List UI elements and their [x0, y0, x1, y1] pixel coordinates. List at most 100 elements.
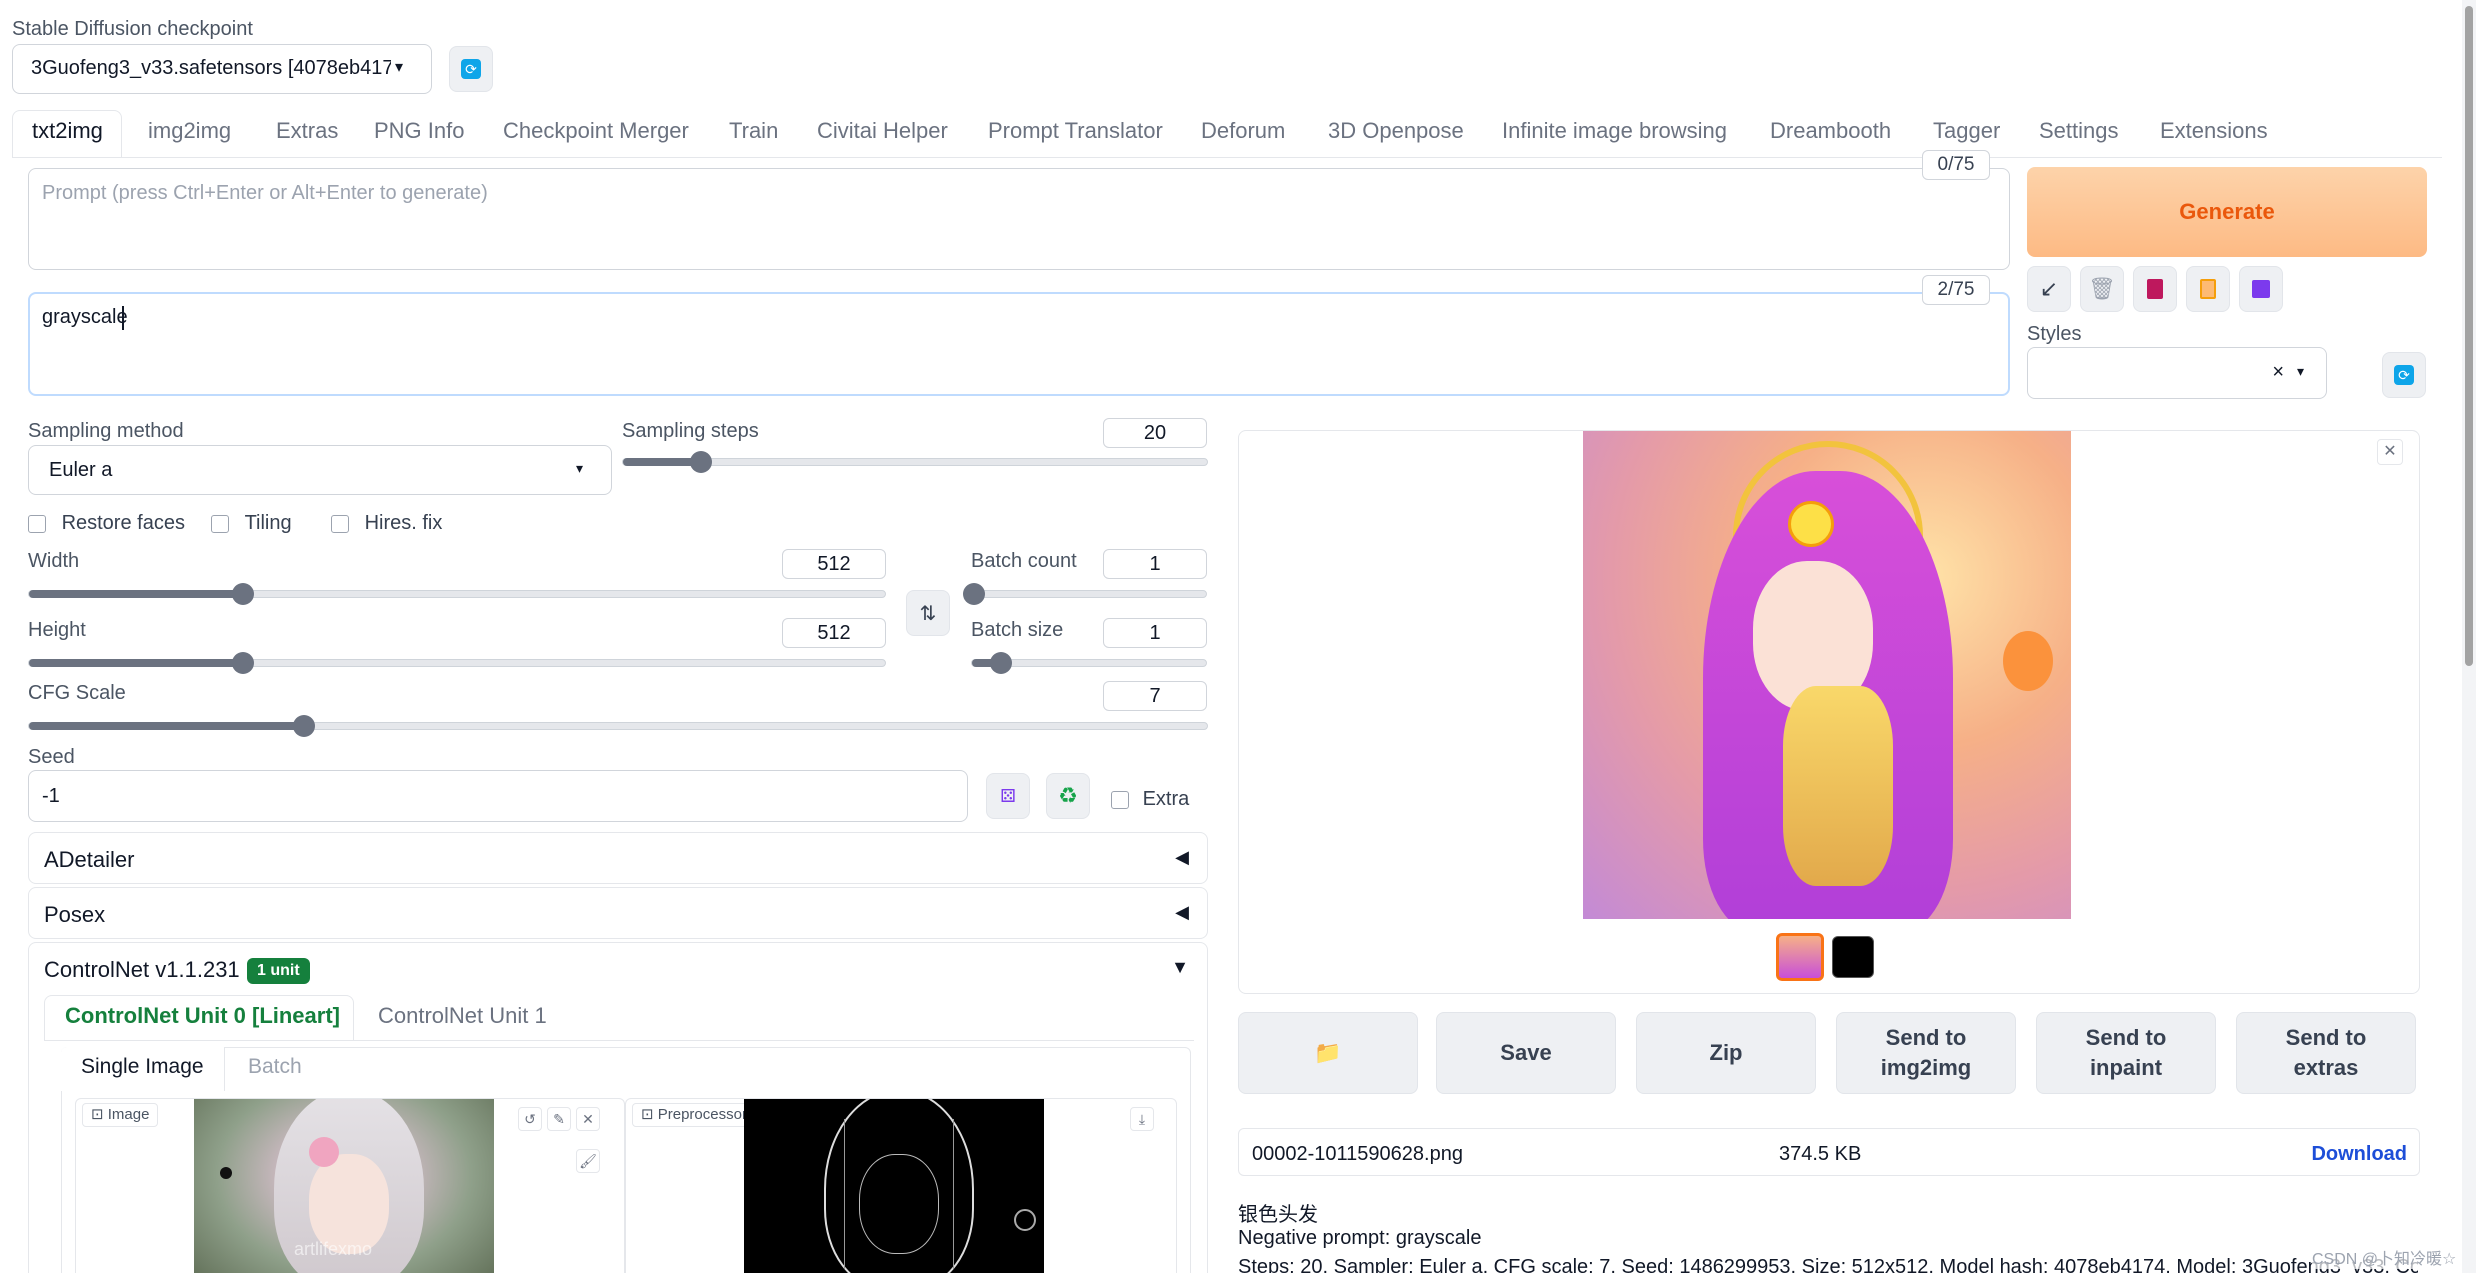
sampling-steps-input[interactable]: 20	[1103, 418, 1207, 448]
download-preview-button[interactable]: ⤓	[1130, 1107, 1154, 1131]
tab-png-info[interactable]: PNG Info	[374, 118, 464, 144]
tab-settings[interactable]: Settings	[2039, 118, 2119, 144]
save-button[interactable]: Save	[1436, 1012, 1616, 1094]
negative-prompt-input[interactable]: grayscale	[28, 292, 2010, 396]
restore-faces-checkbox[interactable]: Restore faces	[28, 512, 185, 535]
thumbnail-lineart[interactable]	[1832, 936, 1874, 978]
clear-image-button[interactable]: ✕	[576, 1107, 600, 1131]
expand-arrow-icon[interactable]: ▼	[1171, 957, 1189, 978]
clear-prompt-button[interactable]: 🗑	[2080, 266, 2124, 312]
clear-styles-icon[interactable]: ×	[2272, 361, 2284, 384]
tab-controlnet-unit-0[interactable]: ControlNet Unit 0 [Lineart]	[65, 1003, 340, 1029]
adetailer-accordion[interactable]: ADetailer ◀	[28, 832, 1208, 884]
tab-img2img[interactable]: img2img	[148, 118, 231, 144]
tab-single-image[interactable]: Single Image	[81, 1055, 204, 1079]
controlnet-title[interactable]: ControlNet v1.1.231	[44, 957, 240, 983]
tab-dreambooth[interactable]: Dreambooth	[1770, 118, 1891, 144]
undo-button[interactable]: ↺	[518, 1107, 542, 1131]
batch-count-slider[interactable]	[963, 583, 1207, 605]
tiling-checkbox[interactable]: Tiling	[211, 512, 292, 535]
book-icon	[2147, 279, 2163, 299]
reuse-seed-button[interactable]: ♻	[1046, 773, 1090, 819]
cfg-scale-slider[interactable]	[28, 715, 1208, 737]
read-params-button[interactable]: ↙	[2027, 266, 2071, 312]
posex-title: Posex	[44, 902, 106, 927]
batch-size-slider[interactable]	[971, 652, 1207, 674]
lantern-shape	[2003, 631, 2053, 691]
sampling-steps-slider[interactable]	[622, 451, 1208, 473]
tab-controlnet-unit-1[interactable]: ControlNet Unit 1	[378, 1003, 547, 1029]
tab-infinite-image-browsing[interactable]: Infinite image browsing	[1502, 118, 1727, 144]
zip-button[interactable]: Zip	[1636, 1012, 1816, 1094]
checkbox-box[interactable]	[331, 514, 349, 533]
posex-accordion[interactable]: Posex ◀	[28, 887, 1208, 939]
extra-seed-checkbox[interactable]: Extra	[1111, 788, 1189, 811]
slider-handle[interactable]	[689, 451, 712, 473]
apply-style-button[interactable]	[2186, 266, 2230, 312]
tab-checkpoint-merger[interactable]: Checkpoint Merger	[503, 118, 689, 144]
hires-fix-checkbox[interactable]: Hires. fix	[331, 512, 442, 535]
close-gallery-button[interactable]: ✕	[2377, 439, 2403, 465]
sampling-method-label: Sampling method	[28, 420, 184, 442]
tab-deforum[interactable]: Deforum	[1201, 118, 1285, 144]
brush-button[interactable]: 🖌	[576, 1149, 600, 1173]
checkpoint-value: 3Guofeng3_v33.safetensors [4078eb4174]	[31, 57, 391, 79]
tab-civitai-helper[interactable]: Civitai Helper	[817, 118, 948, 144]
tab-extensions[interactable]: Extensions	[2160, 118, 2268, 144]
send-to-extras-button[interactable]: Send to extras	[2236, 1012, 2416, 1094]
tab-extras[interactable]: Extras	[276, 118, 338, 144]
generated-image[interactable]	[1583, 431, 2071, 919]
tab-txt2img[interactable]: txt2img	[32, 118, 103, 144]
tab-train[interactable]: Train	[729, 118, 778, 144]
width-slider[interactable]	[28, 583, 886, 605]
image-icon: ⊡	[641, 1106, 654, 1123]
refresh-checkpoint-button[interactable]: ⟳	[449, 46, 493, 92]
extra-networks-button[interactable]	[2133, 266, 2177, 312]
erase-button[interactable]: ✎	[547, 1107, 571, 1131]
open-folder-button[interactable]: 📁	[1238, 1012, 1418, 1094]
batch-count-input[interactable]: 1	[1103, 549, 1207, 579]
brush-icon: 🖌	[579, 1153, 597, 1169]
slider-handle[interactable]	[990, 652, 1013, 674]
height-input[interactable]: 512	[782, 618, 886, 648]
height-slider[interactable]	[28, 652, 886, 674]
seed-input[interactable]: -1	[28, 770, 968, 822]
refresh-styles-button[interactable]: ⟳	[2382, 352, 2426, 398]
prompt-input[interactable]: Prompt (press Ctrl+Enter or Alt+Enter to…	[28, 168, 2010, 270]
checkbox-box[interactable]	[28, 514, 46, 533]
refresh-icon: ⟳	[461, 59, 481, 79]
info-parameters: Steps: 20, Sampler: Euler a, CFG scale: …	[1238, 1256, 2418, 1273]
tab-batch[interactable]: Batch	[248, 1055, 302, 1079]
checkpoint-select[interactable]: 3Guofeng3_v33.safetensors [4078eb4174] ▾	[12, 44, 432, 94]
random-seed-button[interactable]: ⚄	[986, 773, 1030, 819]
tab-3d-openpose[interactable]: 3D Openpose	[1328, 118, 1464, 144]
styles-select[interactable]: × ▾	[2027, 347, 2327, 399]
width-input[interactable]: 512	[782, 549, 886, 579]
thumbnail-generated[interactable]	[1776, 933, 1824, 981]
controlnet-image-upload[interactable]: ⊡ Image artlifexmo ↺ ✎ ✕ 🖌	[75, 1098, 625, 1273]
tab-tagger[interactable]: Tagger	[1933, 118, 2000, 144]
swap-dimensions-button[interactable]: ⇅	[906, 590, 950, 636]
scrollbar-thumb[interactable]	[2465, 6, 2473, 666]
slider-handle[interactable]	[232, 652, 254, 674]
checkbox-box[interactable]	[1111, 790, 1129, 809]
generate-button[interactable]: Generate	[2027, 167, 2427, 257]
sampling-method-select[interactable]: Euler a ▾	[28, 445, 612, 495]
image-label: ⊡ Image	[82, 1103, 159, 1127]
batch-size-input[interactable]: 1	[1103, 618, 1207, 648]
slider-handle[interactable]	[292, 715, 315, 737]
unit-tabs-divider	[44, 1040, 1194, 1041]
slider-handle[interactable]	[232, 583, 254, 605]
cfg-scale-input[interactable]: 7	[1103, 681, 1207, 711]
download-link[interactable]: Download	[2311, 1143, 2407, 1166]
send-to-img2img-button[interactable]: Send to img2img	[1836, 1012, 2016, 1094]
info-negative-prompt: Negative prompt: grayscale	[1238, 1227, 1482, 1249]
tab-prompt-translator[interactable]: Prompt Translator	[988, 118, 1163, 144]
page-scrollbar[interactable]	[2462, 0, 2476, 1273]
lineart-preview-image	[744, 1099, 1044, 1273]
save-style-button[interactable]	[2239, 266, 2283, 312]
send-to-inpaint-button[interactable]: Send to inpaint	[2036, 1012, 2216, 1094]
checkbox-box[interactable]	[211, 514, 229, 533]
flower-shape	[309, 1137, 339, 1167]
slider-handle[interactable]	[963, 583, 986, 605]
